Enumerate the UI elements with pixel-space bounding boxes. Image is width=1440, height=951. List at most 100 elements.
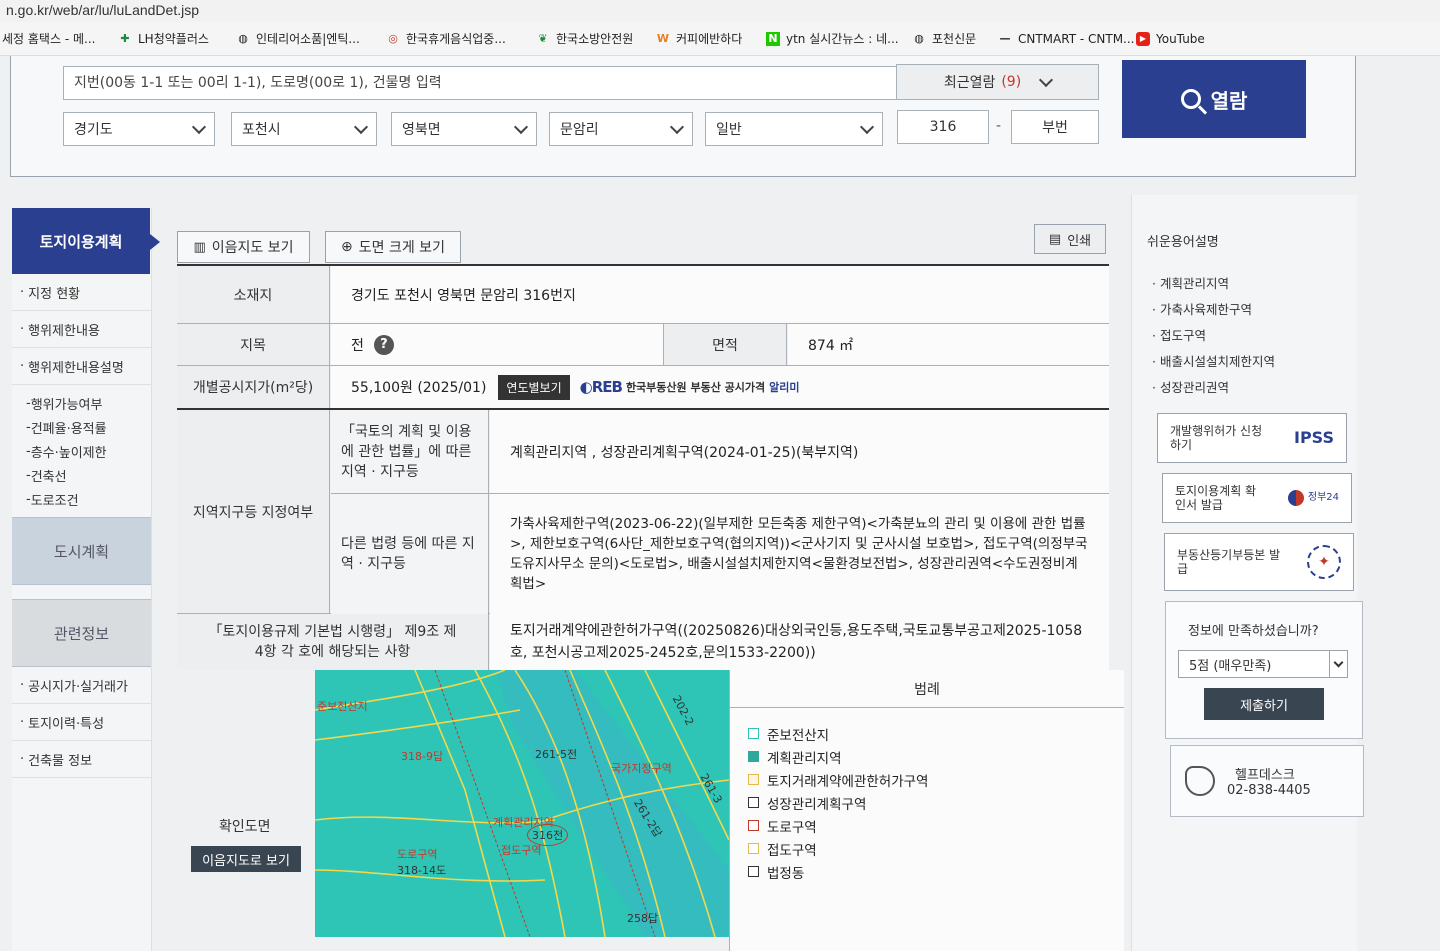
left-nav: 토지이용계획 · 지정 현황 · 행위제한내용 · 행위제한내용설명 - 행위가… (12, 208, 160, 951)
view-button[interactable]: 열람 (1122, 60, 1306, 138)
nav-sub-coverage-ratio[interactable]: - 건폐율·용적률 (12, 415, 151, 439)
bookmark-lh[interactable]: ✚ LH청약플러스 (118, 30, 236, 47)
recent-views-dropdown[interactable]: 최근열람 (9) (896, 64, 1099, 100)
city-select[interactable]: 포천시 (231, 112, 377, 146)
enlarge-map-button[interactable]: ⊕ 도면 크게 보기 (325, 231, 461, 263)
nav-land-price[interactable]: · 공시지가·실거래가 (12, 667, 151, 704)
help-icon[interactable]: ? (373, 334, 394, 355)
bookmark-coffee[interactable]: W 커피에반하다 (656, 30, 766, 47)
map-icon: ▥ (193, 239, 206, 255)
search-panel: 지번(00동 1-1 또는 00리 1-1), 도로명(00로 1), 건물명 … (10, 56, 1356, 177)
map-label: 확인도면 (219, 819, 271, 835)
address-search-input[interactable]: 지번(00동 1-1 또는 00리 1-1), 도로명(00로 1), 건물명 … (63, 66, 897, 100)
glossary-item[interactable]: · 배출시설설치제한지역 (1152, 351, 1275, 370)
zone-row: 지역지구등 지정여부 「국토의 계획 및 이용에 관한 법률」에 따른 지역 ·… (177, 410, 1109, 614)
location-row: 소재지 경기도 포천시 영북면 문암리 316번지 (177, 266, 1109, 324)
plus-icon: ✚ (120, 32, 130, 45)
nav-related-info[interactable]: 관련정보 (12, 599, 151, 667)
reb-link[interactable]: ◐REB 한국부동산원 부동산 공시가격 알리미 (580, 378, 800, 396)
nav-sub-building-line[interactable]: - 건축선 (12, 463, 151, 487)
registry-certificate-button[interactable]: 부동산등기부등본 발급 ✦ (1164, 533, 1354, 591)
taegeuk-icon (1287, 490, 1304, 506)
sub-number-input[interactable]: 부번 (1011, 110, 1099, 144)
nav-sub-road-condition[interactable]: - 도로조건 (12, 487, 151, 511)
map-text-318-9: 318-9답 (401, 750, 444, 763)
enforcement-label: 「토지이용규제 기본법 시행령」 제9조 제4항 각 호에 해당되는 사항 (177, 614, 489, 670)
circle-icon: ◎ (388, 32, 398, 45)
coffee-icon: W (656, 32, 670, 45)
reb-logo: ◐REB (579, 378, 623, 396)
area-value: 874 ㎡ (788, 324, 1109, 365)
legend-swatch (748, 797, 759, 808)
court-seal-icon: ✦ (1307, 545, 1341, 579)
legend-item: 토지거래계약에관한허가구역 (730, 768, 1124, 791)
glossary-item[interactable]: · 접도구역 (1152, 325, 1206, 344)
survey-rating-select[interactable]: 5점 (매우만족) (1178, 650, 1348, 678)
map-text-261-5: 261-5전 (535, 748, 578, 761)
village-select[interactable]: 문암리 (549, 112, 693, 146)
nav-land-history[interactable]: · 토지이력·특성 (12, 704, 151, 741)
map-view-button[interactable]: ▥ 이음지도 보기 (177, 231, 310, 263)
area-label: 면적 (663, 324, 787, 365)
chevron-down-icon (353, 119, 369, 134)
zone-law-row: 「국토의 계획 및 이용에 관한 법률」에 따른 지역 · 지구등 계획관리지역… (331, 410, 1109, 494)
nav-restriction-content[interactable]: · 행위제한내용 (12, 311, 151, 348)
legend-swatch (748, 751, 759, 762)
helpdesk-phone: 02-838-4405 (1227, 783, 1311, 798)
legend-swatch (748, 866, 759, 877)
bookmark-youtube[interactable]: ▶ YouTube (1136, 31, 1226, 46)
land-plan-certificate-button[interactable]: 토지이용계획 확인서 발급 정부24 (1162, 473, 1352, 523)
satisfaction-survey: 정보에 만족하셨습니까? 5점 (매우만족) 제출하기 (1165, 601, 1363, 739)
bookmark-pocheon-news[interactable]: ◍ 포천신문 (912, 30, 998, 47)
nav-building-info[interactable]: · 건축물 정보 (12, 741, 151, 778)
zone-law-value: 계획관리지역 , 성장관리계획구역(2024-01-25)(북부지역) (490, 410, 1109, 493)
bookmark-cntmart[interactable]: — CNTMART - CNTM... (998, 32, 1136, 46)
bookmark-ytn[interactable]: N ytn 실시간뉴스 : 네... (766, 30, 912, 47)
map-text-road: 도로구역 (397, 848, 438, 861)
legend-swatch (748, 774, 759, 785)
development-permit-button[interactable]: 개발행위허가 신청하기 IPSS (1157, 413, 1347, 463)
category-row: 지목 전 ? 면적 874 ㎡ (177, 324, 1109, 366)
nav-designation-status[interactable]: · 지정 현황 (12, 274, 151, 311)
leaf-icon: ❦ (538, 32, 548, 45)
bookmark-restaurant[interactable]: ◎ 한국휴게음식업중... (386, 30, 536, 47)
enforcement-value: 토지거래계약에관한허가구역((20250826)대상외국인등,용도주택,국토교통… (490, 614, 1109, 670)
nav-sub-permissibility[interactable]: - 행위가능여부 (12, 391, 151, 415)
category-cell: 전 ? (331, 324, 663, 365)
land-type-select[interactable]: 일반 (705, 112, 883, 146)
glossary-item[interactable]: · 성장관리권역 (1152, 377, 1229, 396)
browser-url[interactable]: n.go.kr/web/ar/lu/luLandDet.jsp (0, 0, 1440, 22)
province-select[interactable]: 경기도 (63, 112, 215, 146)
ieum-map-button[interactable]: 이음지도로 보기 (191, 846, 301, 872)
legend-item: 접도구역 (730, 837, 1124, 860)
zone-other-value: 가축사육제한구역(2023-06-22)(일부제한 모든축종 제한구역)<가축분… (490, 494, 1109, 614)
nav-city-plan[interactable]: 도시계획 (12, 517, 151, 585)
legend-item: 성장관리계획구역 (730, 791, 1124, 814)
map-text-318-14: 318-14도 (397, 864, 447, 877)
nav-sub-height-limit[interactable]: - 층수·높이제한 (12, 439, 151, 463)
chevron-down-icon (1329, 651, 1347, 677)
glossary-item[interactable]: · 가축사육제한구역 (1152, 299, 1252, 318)
district-select[interactable]: 영북면 (391, 112, 537, 146)
helpdesk[interactable]: 헬프데스크 02-838-4405 (1170, 745, 1364, 817)
right-sidebar: 쉬운용어설명 · 계획관리지역 · 가축사육제한구역 · 접도구역 · 배출시설… (1131, 195, 1364, 951)
bookmark-interior[interactable]: ◍ 인테리어소품|엔틱... (236, 30, 386, 47)
number-separator: - (996, 118, 1002, 134)
main-number-input[interactable]: 316 (897, 110, 989, 144)
legend-swatch (748, 843, 759, 854)
glossary-item[interactable]: · 계획관리지역 (1152, 273, 1229, 292)
zone-label: 지역지구등 지정여부 (177, 410, 330, 613)
nav-restriction-explanation[interactable]: · 행위제한내용설명 (12, 348, 151, 385)
year-view-button[interactable]: 연도별보기 (498, 374, 570, 400)
location-value: 경기도 포천시 영북면 문암리 316번지 (331, 266, 1109, 323)
legend-swatch (748, 820, 759, 831)
print-button[interactable]: ▤ 인쇄 (1034, 224, 1106, 254)
bookmark-fire-safety[interactable]: ❦ 한국소방안전원 (536, 30, 656, 47)
survey-submit-button[interactable]: 제출하기 (1204, 688, 1324, 720)
land-map[interactable]: 준보전산지 318-9답 261-5전 국가지정구역 계획관리지역 316전 접… (315, 670, 729, 937)
legend-list: 준보전산지 계획관리지역 토지거래계약에관한허가구역 성장관리계획구역 도로구역… (730, 708, 1124, 883)
nav-land-use-plan[interactable]: 토지이용계획 (12, 208, 160, 274)
zone-law-label: 「국토의 계획 및 이용에 관한 법률」에 따른 지역 · 지구등 (331, 410, 489, 493)
bookmark-hometax[interactable]: 세정 홈택스 - 메... (2, 30, 118, 47)
bookmarks-bar: 세정 홈택스 - 메... ✚ LH청약플러스 ◍ 인테리어소품|엔틱... ◎… (0, 22, 1440, 56)
